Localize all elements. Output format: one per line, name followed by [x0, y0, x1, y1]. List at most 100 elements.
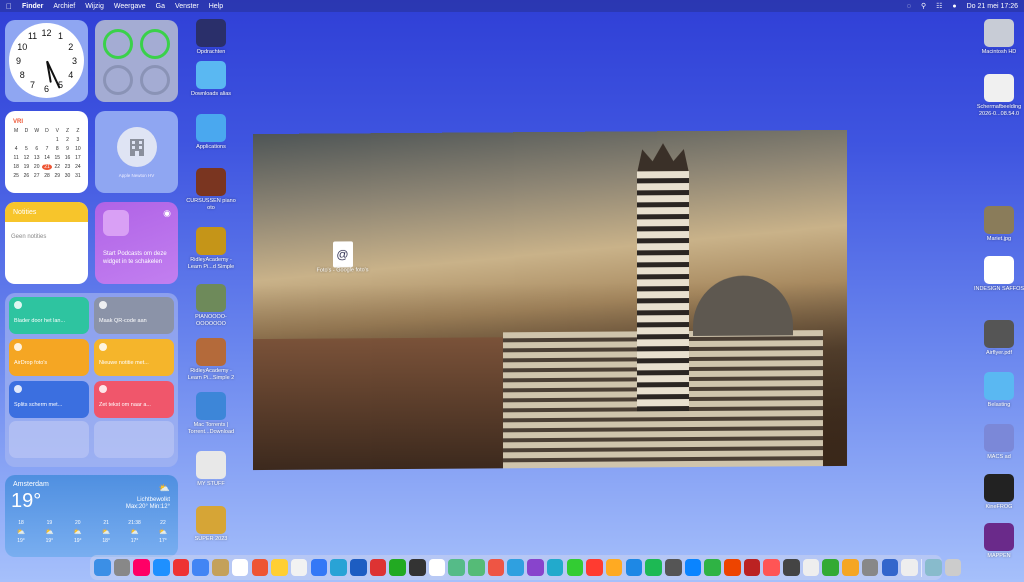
calendar-day: 21 [41, 164, 53, 170]
dock-app-icon[interactable] [172, 559, 190, 576]
desktop-item[interactable]: Airflyer.pdf [971, 320, 1024, 357]
podcasts-widget[interactable]: ◉ Start Podcasts om deze widget in te sc… [95, 202, 178, 284]
apple-menu-icon[interactable]:  [6, 2, 12, 11]
desktop-item[interactable]: Opdrachten [183, 19, 239, 56]
search-icon[interactable]: ⚲ [921, 2, 926, 10]
desktop-item[interactable]: MAPPEN [971, 523, 1024, 560]
control-center-icon[interactable]: ☷ [936, 2, 942, 10]
notes-widget[interactable]: Notities Geen notities [5, 202, 88, 284]
dock-app-icon[interactable] [783, 559, 800, 576]
calendar-day [32, 137, 42, 143]
desktop-item[interactable]: KineFROG [971, 474, 1024, 511]
dock-app-icon[interactable] [546, 559, 564, 576]
desktop-item[interactable]: MACS ad [971, 424, 1024, 461]
shortcut-button[interactable]: Blader door het lan... [9, 297, 89, 334]
clock-widget[interactable]: 11 12 1 2 3 4 5 6 7 8 9 10 [5, 20, 88, 102]
dock-app-icon[interactable] [409, 559, 426, 576]
dock-app-icon[interactable] [881, 559, 899, 576]
desktop-item-icon [984, 74, 1014, 102]
dock-app-icon[interactable] [330, 559, 347, 576]
dock-app-icon[interactable] [664, 559, 682, 576]
weather-widget[interactable]: Amsterdam 19° ⛅ Lichtbewolkt Max:20° Min… [5, 475, 178, 557]
desktop-item-label: RidleyAcademy - Learn Pi...d Simple [187, 257, 235, 270]
dock-app-icon[interactable] [724, 559, 741, 576]
dock-app-icon[interactable] [448, 559, 465, 576]
dock-app-icon[interactable] [527, 559, 544, 576]
home-widget[interactable]: Apple Newton HV [95, 111, 178, 193]
dock-app-icon[interactable] [605, 559, 623, 576]
wifi-icon[interactable]: ◌ [907, 3, 911, 10]
desktop-item[interactable]: RidleyAcademy - Learn Pi...d Simple [183, 227, 239, 270]
dock-app-icon[interactable] [113, 559, 131, 576]
menu-wijzig[interactable]: Wijzig [85, 3, 104, 10]
shortcut-button[interactable]: Nieuwe notitie met... [94, 339, 174, 376]
dock-app-icon[interactable] [861, 559, 879, 576]
dock-app-icon[interactable] [743, 559, 761, 576]
dock-app-icon[interactable] [566, 559, 584, 576]
clock-number: 6 [43, 83, 49, 94]
dock-app-icon[interactable] [192, 559, 210, 576]
dock-app-icon[interactable] [822, 559, 840, 576]
desktop-item[interactable]: SUPER 2023 [183, 506, 239, 543]
dock-app-icon[interactable] [94, 559, 111, 576]
dock-app-icon[interactable] [625, 559, 643, 576]
menubar-datetime[interactable]: Do 21 mei 17:26 [967, 3, 1018, 10]
menu-finder[interactable]: Finder [22, 3, 43, 10]
dock-app-icon[interactable] [290, 559, 308, 576]
battery-widget[interactable] [95, 20, 178, 102]
dock-app-icon[interactable] [842, 559, 859, 576]
dock-app-icon[interactable] [428, 559, 446, 576]
desktop-item[interactable]: PIANOOOO-OOOOOOO [183, 284, 239, 327]
menu-ga[interactable]: Ga [156, 3, 165, 10]
dock-app-icon[interactable] [924, 559, 942, 576]
dock-app-icon[interactable] [271, 559, 288, 576]
photo-webloc-file[interactable]: @ Foto's - Google foto's [315, 241, 370, 274]
desktop-item[interactable]: MY STUFF [183, 451, 239, 488]
dock-app-icon[interactable] [349, 559, 367, 576]
dock-app-icon[interactable] [704, 559, 721, 576]
menu-archief[interactable]: Archief [53, 3, 75, 10]
dock-app-icon[interactable] [310, 559, 328, 576]
siena-cathedral-photo[interactable]: @ Foto's - Google foto's [253, 129, 847, 471]
dock-app-icon[interactable] [901, 559, 918, 576]
shortcut-button[interactable]: AirDrop foto's [9, 339, 89, 376]
dock-app-icon[interactable] [645, 559, 662, 576]
menu-weergave[interactable]: Weergave [114, 3, 146, 10]
menu-help[interactable]: Help [209, 3, 223, 10]
calendar-day: 22 [54, 164, 61, 170]
desktop-item[interactable]: Belasting [971, 372, 1024, 409]
dock-app-icon[interactable] [389, 559, 406, 576]
desktop-item[interactable]: CURSUSSEN piano oto [183, 168, 239, 211]
desktop-item[interactable]: Schermafbeelding 2026-0...08.54.0 [971, 74, 1024, 117]
desktop-item[interactable]: Macintosh HD [971, 19, 1024, 56]
dock-app-icon[interactable] [212, 559, 229, 576]
dock-app-icon[interactable] [802, 559, 820, 576]
desktop-item[interactable]: RidleyAcademy - Learn Pi...Simple 2 [183, 338, 239, 381]
desktop-item[interactable]: Mac Torrents | Torrent...Download [183, 392, 239, 435]
shortcut-button[interactable]: Zet tekst om naar a... [94, 381, 174, 418]
dock-app-icon[interactable] [133, 559, 150, 576]
dock-app-icon[interactable] [153, 559, 170, 576]
forecast-hour-time: 18 [18, 520, 24, 526]
dock-app-icon[interactable] [586, 559, 603, 576]
dock-app-icon[interactable] [507, 559, 525, 576]
desktop-item-icon [196, 284, 226, 312]
desktop-item[interactable]: Applications [183, 114, 239, 151]
dock-app-icon[interactable] [468, 559, 485, 576]
siri-icon[interactable]: ● [952, 3, 956, 10]
menu-venster[interactable]: Venster [175, 3, 199, 10]
shortcut-button[interactable]: Splits scherm met... [9, 381, 89, 418]
shortcut-button[interactable]: Maak QR-code aan [94, 297, 174, 334]
dock-app-icon[interactable] [231, 559, 249, 576]
dock-app-icon[interactable] [251, 559, 269, 576]
dock-app-icon[interactable] [684, 559, 702, 576]
calendar-weekday: D [45, 128, 49, 134]
desktop-item[interactable]: Mariet.jpg [971, 206, 1024, 243]
calendar-widget[interactable]: VRI M D W D V Z Z 1 2 3 4 5 6 7 8 9 10 11 12 13 14 15 16 17 18 19… [5, 111, 88, 193]
dock-app-icon[interactable] [944, 559, 962, 576]
desktop-item[interactable]: Downloads alias [183, 61, 239, 98]
dock-app-icon[interactable] [763, 559, 780, 576]
dock-app-icon[interactable] [487, 559, 505, 576]
dock-app-icon[interactable] [369, 559, 387, 576]
desktop-item[interactable]: INDESIGN SAFFOS [971, 256, 1024, 293]
